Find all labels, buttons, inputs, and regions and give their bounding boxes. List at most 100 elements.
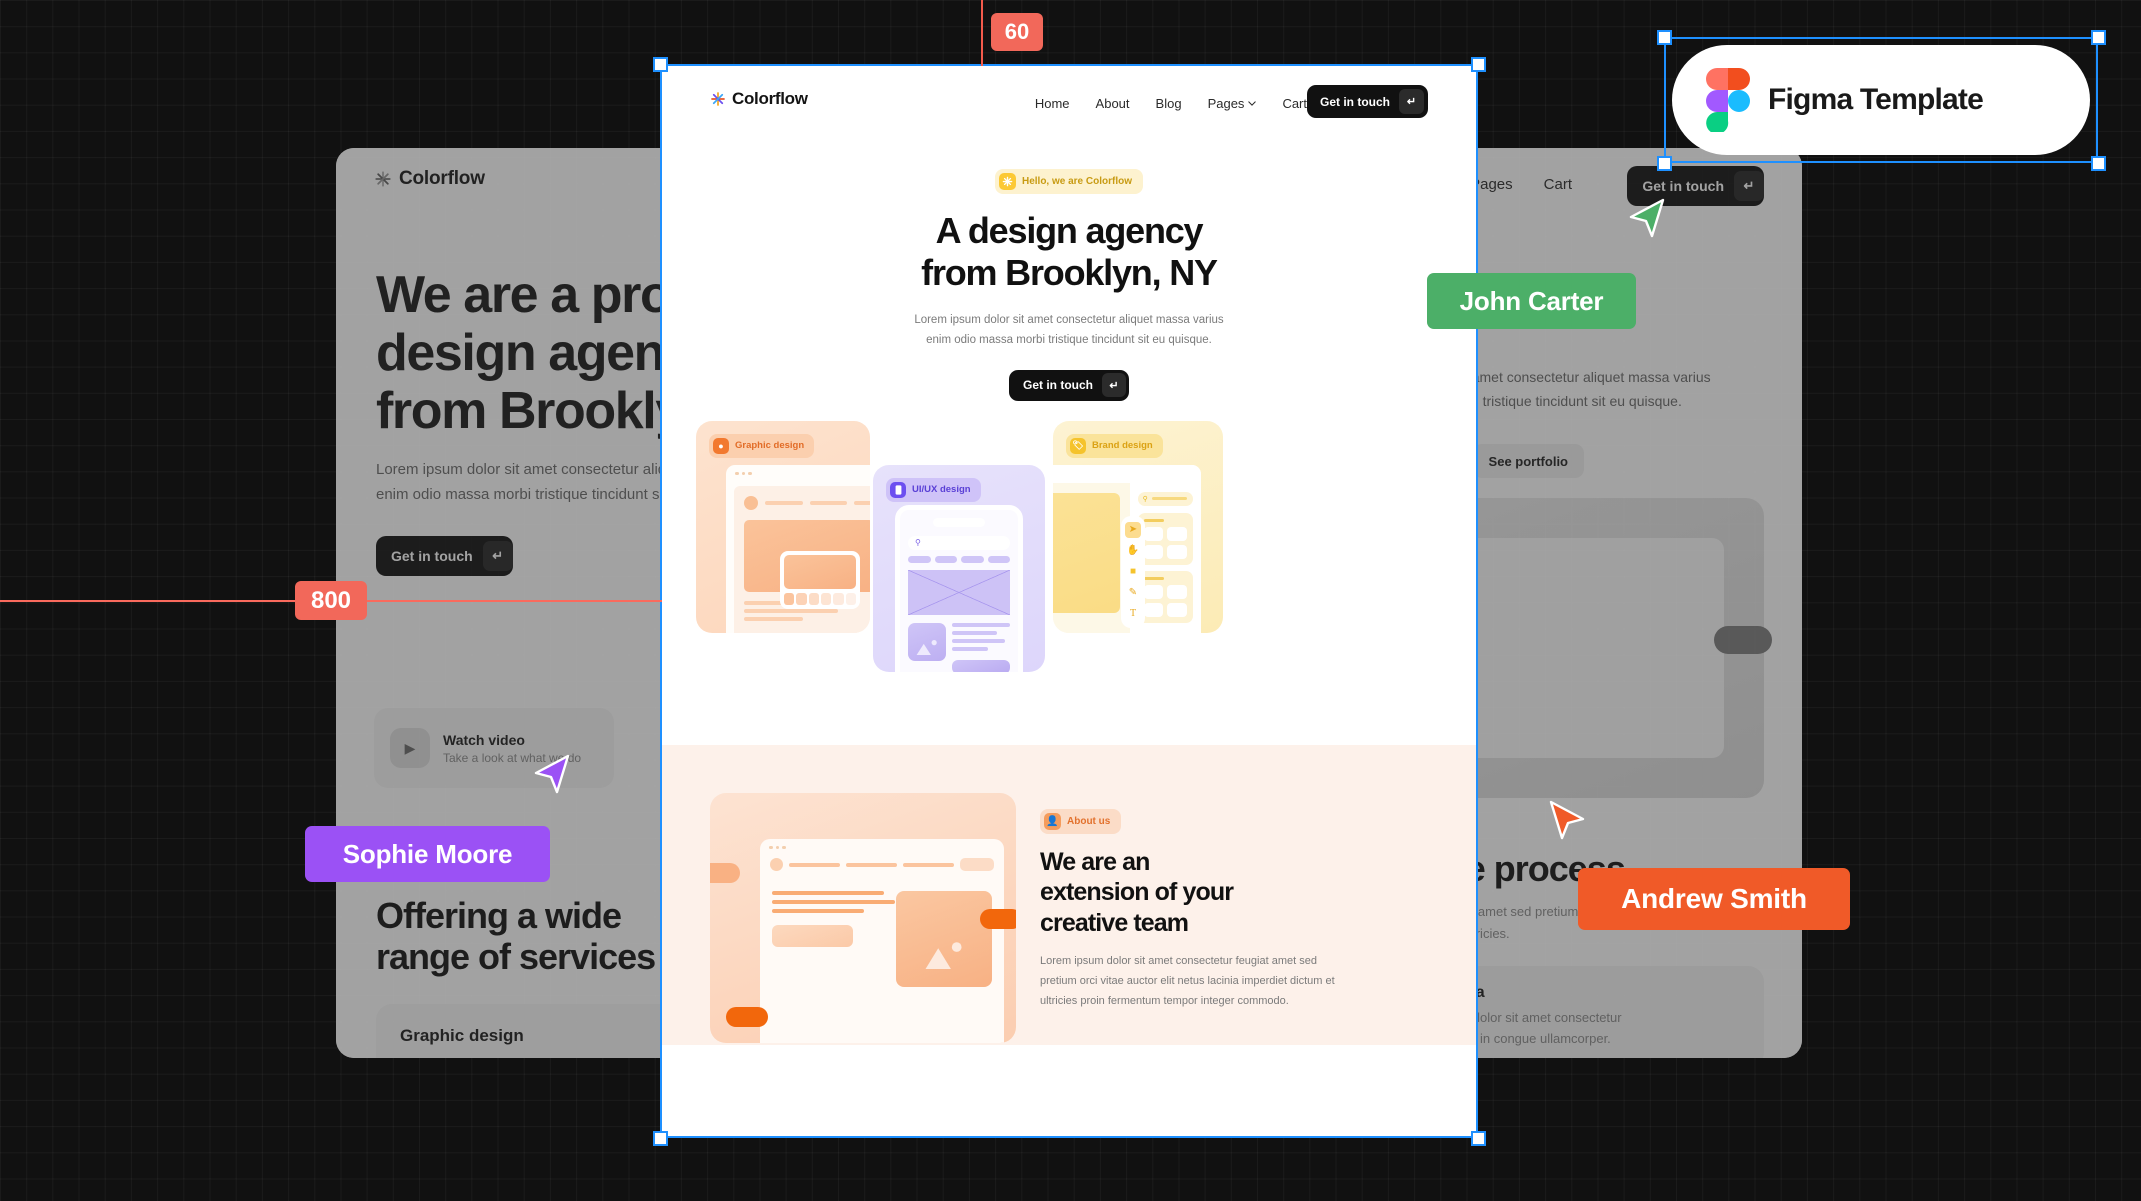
badge-handle-top-left[interactable] xyxy=(1657,30,1672,45)
bg-hero-button[interactable]: Get in touch ↵ xyxy=(376,536,513,576)
bg-see-portfolio-button[interactable]: See portfolio xyxy=(1472,444,1584,478)
about-text-block: 👤 About us We are an extension of your c… xyxy=(1040,793,1335,1045)
asterisk-burst-icon xyxy=(711,92,725,106)
user-card-icon: 👤 xyxy=(1044,812,1061,830)
asterisk-burst-icon xyxy=(375,171,391,187)
window-dots-icon xyxy=(726,465,870,483)
hero-heading-line1: A design agency xyxy=(935,210,1204,251)
badge-handle-bottom-left[interactable] xyxy=(1657,156,1672,171)
enter-key-icon: ↵ xyxy=(482,541,513,571)
figma-canvas[interactable]: Colorflow Home About Blog Pages Cart Get… xyxy=(0,0,2141,1201)
bg-logo: Colorflow xyxy=(374,168,485,190)
cursor-john-carter-icon xyxy=(1629,198,1665,238)
bg-hero-button-label: Get in touch xyxy=(391,548,473,564)
badge-handle-bottom-right[interactable] xyxy=(2091,156,2106,171)
brand-design-toolbar[interactable]: ➤ ✋ ■ ✎ T xyxy=(1121,515,1145,628)
cursor-sophie-moore-icon xyxy=(534,754,570,794)
image-placeholder-icon xyxy=(908,622,946,661)
brand-design-tag-label: Brand design xyxy=(1092,440,1153,452)
figma-logo-icon xyxy=(1706,68,1750,132)
phone-text-lines xyxy=(952,622,1010,672)
window-dots-icon xyxy=(760,839,1004,857)
nav-link-pages-label: Pages xyxy=(1207,96,1245,111)
nametag-andrew-smith: Andrew Smith xyxy=(1578,868,1850,930)
cta-label: Get in touch xyxy=(1320,94,1390,109)
enter-key-icon: ↵ xyxy=(1734,171,1764,201)
search-icon: ⚲ xyxy=(908,535,1010,550)
about-mock-window xyxy=(760,838,1004,1043)
nav-link-about[interactable]: About xyxy=(1096,96,1130,111)
logo[interactable]: Colorflow xyxy=(710,89,808,109)
selection-handle-bottom-right[interactable] xyxy=(1471,1131,1486,1146)
hero-button-label: Get in touch xyxy=(1023,378,1093,393)
nav-link-pages[interactable]: Pages xyxy=(1208,96,1257,111)
about-heading: We are an extension of your creative tea… xyxy=(1040,847,1335,939)
bg-watch-video-card[interactable]: ▶ Watch video Take a look at what we do xyxy=(374,708,614,788)
about-p-l1: Lorem ipsum dolor sit amet consectetur f… xyxy=(1040,955,1317,968)
graphic-design-tag-label: Graphic design xyxy=(735,440,805,452)
play-icon: ▶ xyxy=(390,728,430,768)
service-card-graphic-design[interactable]: ● Graphic design xyxy=(696,420,870,633)
nametag-sophie-moore: Sophie Moore xyxy=(305,826,550,882)
service-card-uiux-design[interactable]: UI/UX design ⚲ xyxy=(873,464,1045,672)
cursor-andrew-smith-icon xyxy=(1549,800,1585,840)
about-pill-2 xyxy=(980,908,1016,929)
nav-link-blog[interactable]: Blog xyxy=(1156,96,1182,111)
about-heading-l3: creative team xyxy=(1040,908,1189,937)
cursor-icon[interactable]: ➤ xyxy=(1125,521,1141,538)
square-icon[interactable]: ■ xyxy=(1125,564,1141,580)
hero-badge: Hello, we are Colorflow xyxy=(994,169,1144,194)
mobile-icon xyxy=(890,481,906,498)
hero-paragraph-line2: enim odio massa morbi tristique tincidun… xyxy=(926,333,1212,346)
bg-nav-link-cart[interactable]: Cart xyxy=(1544,176,1572,193)
graphic-design-tag: ● Graphic design xyxy=(709,433,815,458)
hero-badge-label: Hello, we are Colorflow xyxy=(1021,176,1133,187)
asterisk-burst-icon xyxy=(998,173,1016,190)
phone-chips xyxy=(908,555,1010,563)
enter-key-icon: ↵ xyxy=(1399,89,1424,114)
graphic-selection-overlay xyxy=(780,550,860,609)
about-heading-l2: extension of your xyxy=(1040,878,1234,907)
bg-logo-text: Colorflow xyxy=(399,168,485,189)
pen-icon[interactable]: ✎ xyxy=(1125,585,1141,601)
figma-template-label: Figma Template xyxy=(1768,83,1984,116)
figma-template-badge[interactable]: Figma Template xyxy=(1672,45,2090,155)
about-p-l2: pretium orci vitae auctor elit netus lac… xyxy=(1040,975,1335,988)
phone-mockup: ⚲ xyxy=(895,504,1023,672)
frame-navbar: Colorflow Home About Blog Pages Cart Get… xyxy=(661,65,1477,131)
hand-icon[interactable]: ✋ xyxy=(1125,543,1141,559)
about-badge: 👤 About us xyxy=(1040,808,1122,834)
tag-icon: 🏷 xyxy=(1070,437,1086,454)
image-crossbox-icon xyxy=(908,569,1010,615)
nav-link-home[interactable]: Home xyxy=(1035,96,1070,111)
get-in-touch-button[interactable]: Get in touch ↵ xyxy=(1307,85,1428,118)
about-pill-3 xyxy=(726,1006,768,1027)
hero-heading: A design agency from Brooklyn, NY xyxy=(661,210,1477,294)
about-badge-label: About us xyxy=(1067,815,1111,827)
badge-handle-top-right[interactable] xyxy=(2091,30,2106,45)
bg-service-text-l1: Lorem ipsum dolor sit amet consectetur u… xyxy=(400,1056,688,1058)
selection-handle-top-left[interactable] xyxy=(653,57,668,72)
service-card-brand-design[interactable]: 🏷 Brand design ⚲ ➤ ✋ ■ ✎ T xyxy=(1053,420,1223,633)
measure-chip-left: 800 xyxy=(295,581,367,620)
bg-cta-label: Get in touch xyxy=(1642,178,1724,194)
service-cards-group: ● Graphic design UI/UX design ⚲ 🏷 Brand … xyxy=(661,419,1477,719)
bg-watch-title: Watch video xyxy=(443,731,525,748)
chevron-down-icon xyxy=(1248,101,1257,106)
selection-handle-bottom-left[interactable] xyxy=(653,1131,668,1146)
text-icon[interactable]: T xyxy=(1125,606,1141,622)
nav-links: Home About Blog Pages Cart xyxy=(1035,96,1307,111)
logo-text: Colorflow xyxy=(732,89,808,108)
about-p-l3: ultricies proin fermentum tempor integer… xyxy=(1040,994,1289,1007)
bg-illus-pill-2 xyxy=(1714,626,1772,654)
about-heading-l1: We are an xyxy=(1040,847,1150,876)
phone-button xyxy=(952,659,1010,672)
enter-key-icon: ↵ xyxy=(1102,373,1126,398)
hero-paragraph: Lorem ipsum dolor sit amet consectetur a… xyxy=(661,310,1477,350)
selection-handle-top-right[interactable] xyxy=(1471,57,1486,72)
selected-webpage-frame[interactable]: Colorflow Home About Blog Pages Cart Get… xyxy=(661,65,1477,1137)
hero-get-in-touch-button[interactable]: Get in touch ↵ xyxy=(1009,369,1129,401)
nav-link-cart[interactable]: Cart xyxy=(1282,96,1307,111)
phone-content-row xyxy=(908,622,1010,672)
hero-heading-line2: from Brooklyn, NY xyxy=(921,251,1218,293)
